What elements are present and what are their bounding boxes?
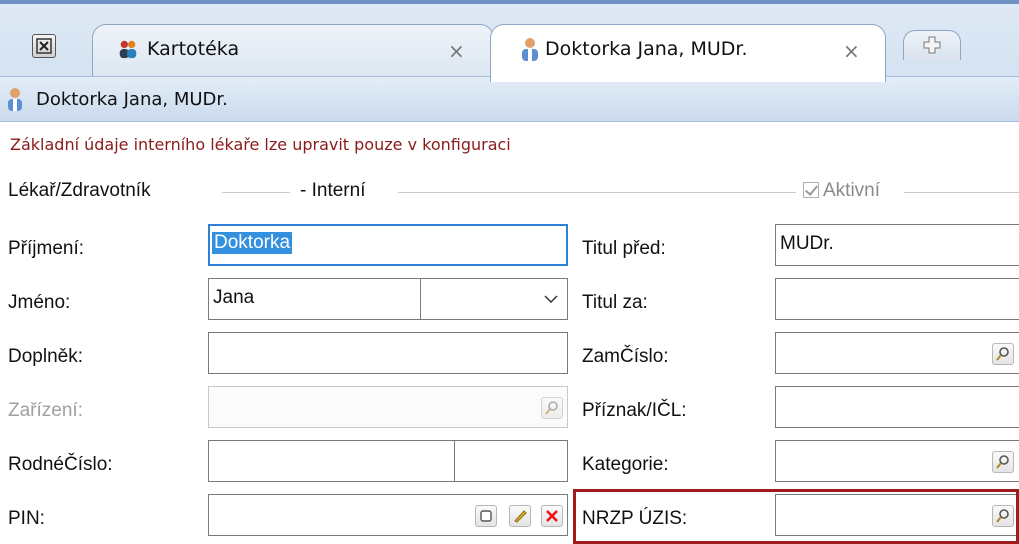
prijmeni-value: Doktorka: [212, 232, 293, 254]
pencil-icon: [514, 510, 527, 523]
zarizeni-lookup-button: [541, 397, 563, 419]
chevron-down-icon[interactable]: [543, 291, 559, 307]
close-all-tabs-button[interactable]: [32, 34, 56, 58]
magnifier-icon: [996, 347, 1009, 361]
divider: [454, 441, 455, 481]
new-tab-button[interactable]: [903, 30, 961, 60]
tab-label: Kartotéka: [147, 38, 240, 60]
zamcislo-lookup-button[interactable]: [992, 343, 1014, 365]
pin-clear-button[interactable]: [541, 505, 563, 527]
jmeno-label: Jméno:: [8, 292, 71, 313]
jmeno-field[interactable]: Jana: [208, 278, 568, 320]
titul-pred-field[interactable]: MUDr.: [775, 224, 1019, 266]
tab-doktorka[interactable]: Doktorka Jana, MUDr. ×: [490, 24, 886, 82]
active-label: Aktivní: [823, 180, 881, 201]
rodne-cislo-label: RodnéČíslo:: [8, 454, 113, 475]
copy-icon: [480, 510, 492, 522]
divider: [904, 192, 1019, 193]
titul-pred-label: Titul před:: [582, 238, 666, 259]
kategorie-field[interactable]: [775, 440, 1019, 482]
page-title: Doktorka Jana, MUDr.: [36, 89, 228, 110]
doctor-icon: [522, 38, 538, 61]
people-icon: [119, 40, 137, 59]
close-icon: [36, 38, 52, 54]
doctor-icon: [8, 88, 22, 111]
pin-label: PIN:: [8, 508, 45, 529]
priznak-field[interactable]: [775, 386, 1019, 428]
delete-icon: [546, 510, 558, 522]
zamcislo-field[interactable]: [775, 332, 1019, 374]
titul-za-label: Titul za:: [582, 292, 648, 313]
prijmeni-label: Příjmení:: [8, 238, 85, 259]
pin-edit-button[interactable]: [509, 505, 531, 527]
jmeno-value: Jana: [213, 287, 255, 308]
zarizeni-field: [208, 386, 568, 428]
tab-bar: Kartotéka × Doktorka Jana, MUDr. ×: [0, 0, 1019, 82]
kategorie-lookup-button[interactable]: [992, 451, 1014, 473]
doplnek-field[interactable]: [208, 332, 568, 374]
kategorie-label: Kategorie:: [582, 454, 669, 475]
magnifier-icon: [545, 401, 558, 415]
titul-za-field[interactable]: [775, 278, 1019, 320]
doplnek-label: Doplněk:: [8, 346, 83, 367]
prijmeni-field[interactable]: Doktorka: [208, 224, 568, 266]
magnifier-icon: [996, 455, 1009, 469]
rodne-cislo-field[interactable]: [208, 440, 568, 482]
tab-close-icon[interactable]: ×: [448, 39, 465, 63]
divider: [222, 192, 290, 193]
zamcislo-label: ZamČíslo:: [582, 346, 669, 367]
tab-label: Doktorka Jana, MUDr.: [545, 38, 748, 60]
pin-copy-button[interactable]: [475, 505, 497, 527]
pin-field[interactable]: [208, 494, 568, 536]
group-subtitle: - Interní: [300, 180, 366, 201]
plus-icon: [923, 36, 941, 54]
tab-kartoteka[interactable]: Kartotéka ×: [92, 24, 494, 80]
tab-close-icon[interactable]: ×: [843, 39, 860, 63]
divider: [420, 279, 421, 319]
zarizeni-label: Zařízení:: [8, 400, 83, 421]
checkbox-icon: [803, 182, 819, 198]
record-header: Doktorka Jana, MUDr.: [0, 76, 1019, 122]
active-checkbox[interactable]: Aktivní: [803, 180, 880, 202]
divider: [398, 192, 796, 193]
titul-pred-value: MUDr.: [780, 233, 834, 254]
priznak-label: Příznak/IČL:: [582, 400, 687, 421]
config-warning-text: Základní údaje interního lékaře lze upra…: [10, 135, 511, 154]
nrzp-highlight-frame: [573, 489, 1019, 544]
group-title: Lékař/Zdravotník: [8, 180, 151, 201]
